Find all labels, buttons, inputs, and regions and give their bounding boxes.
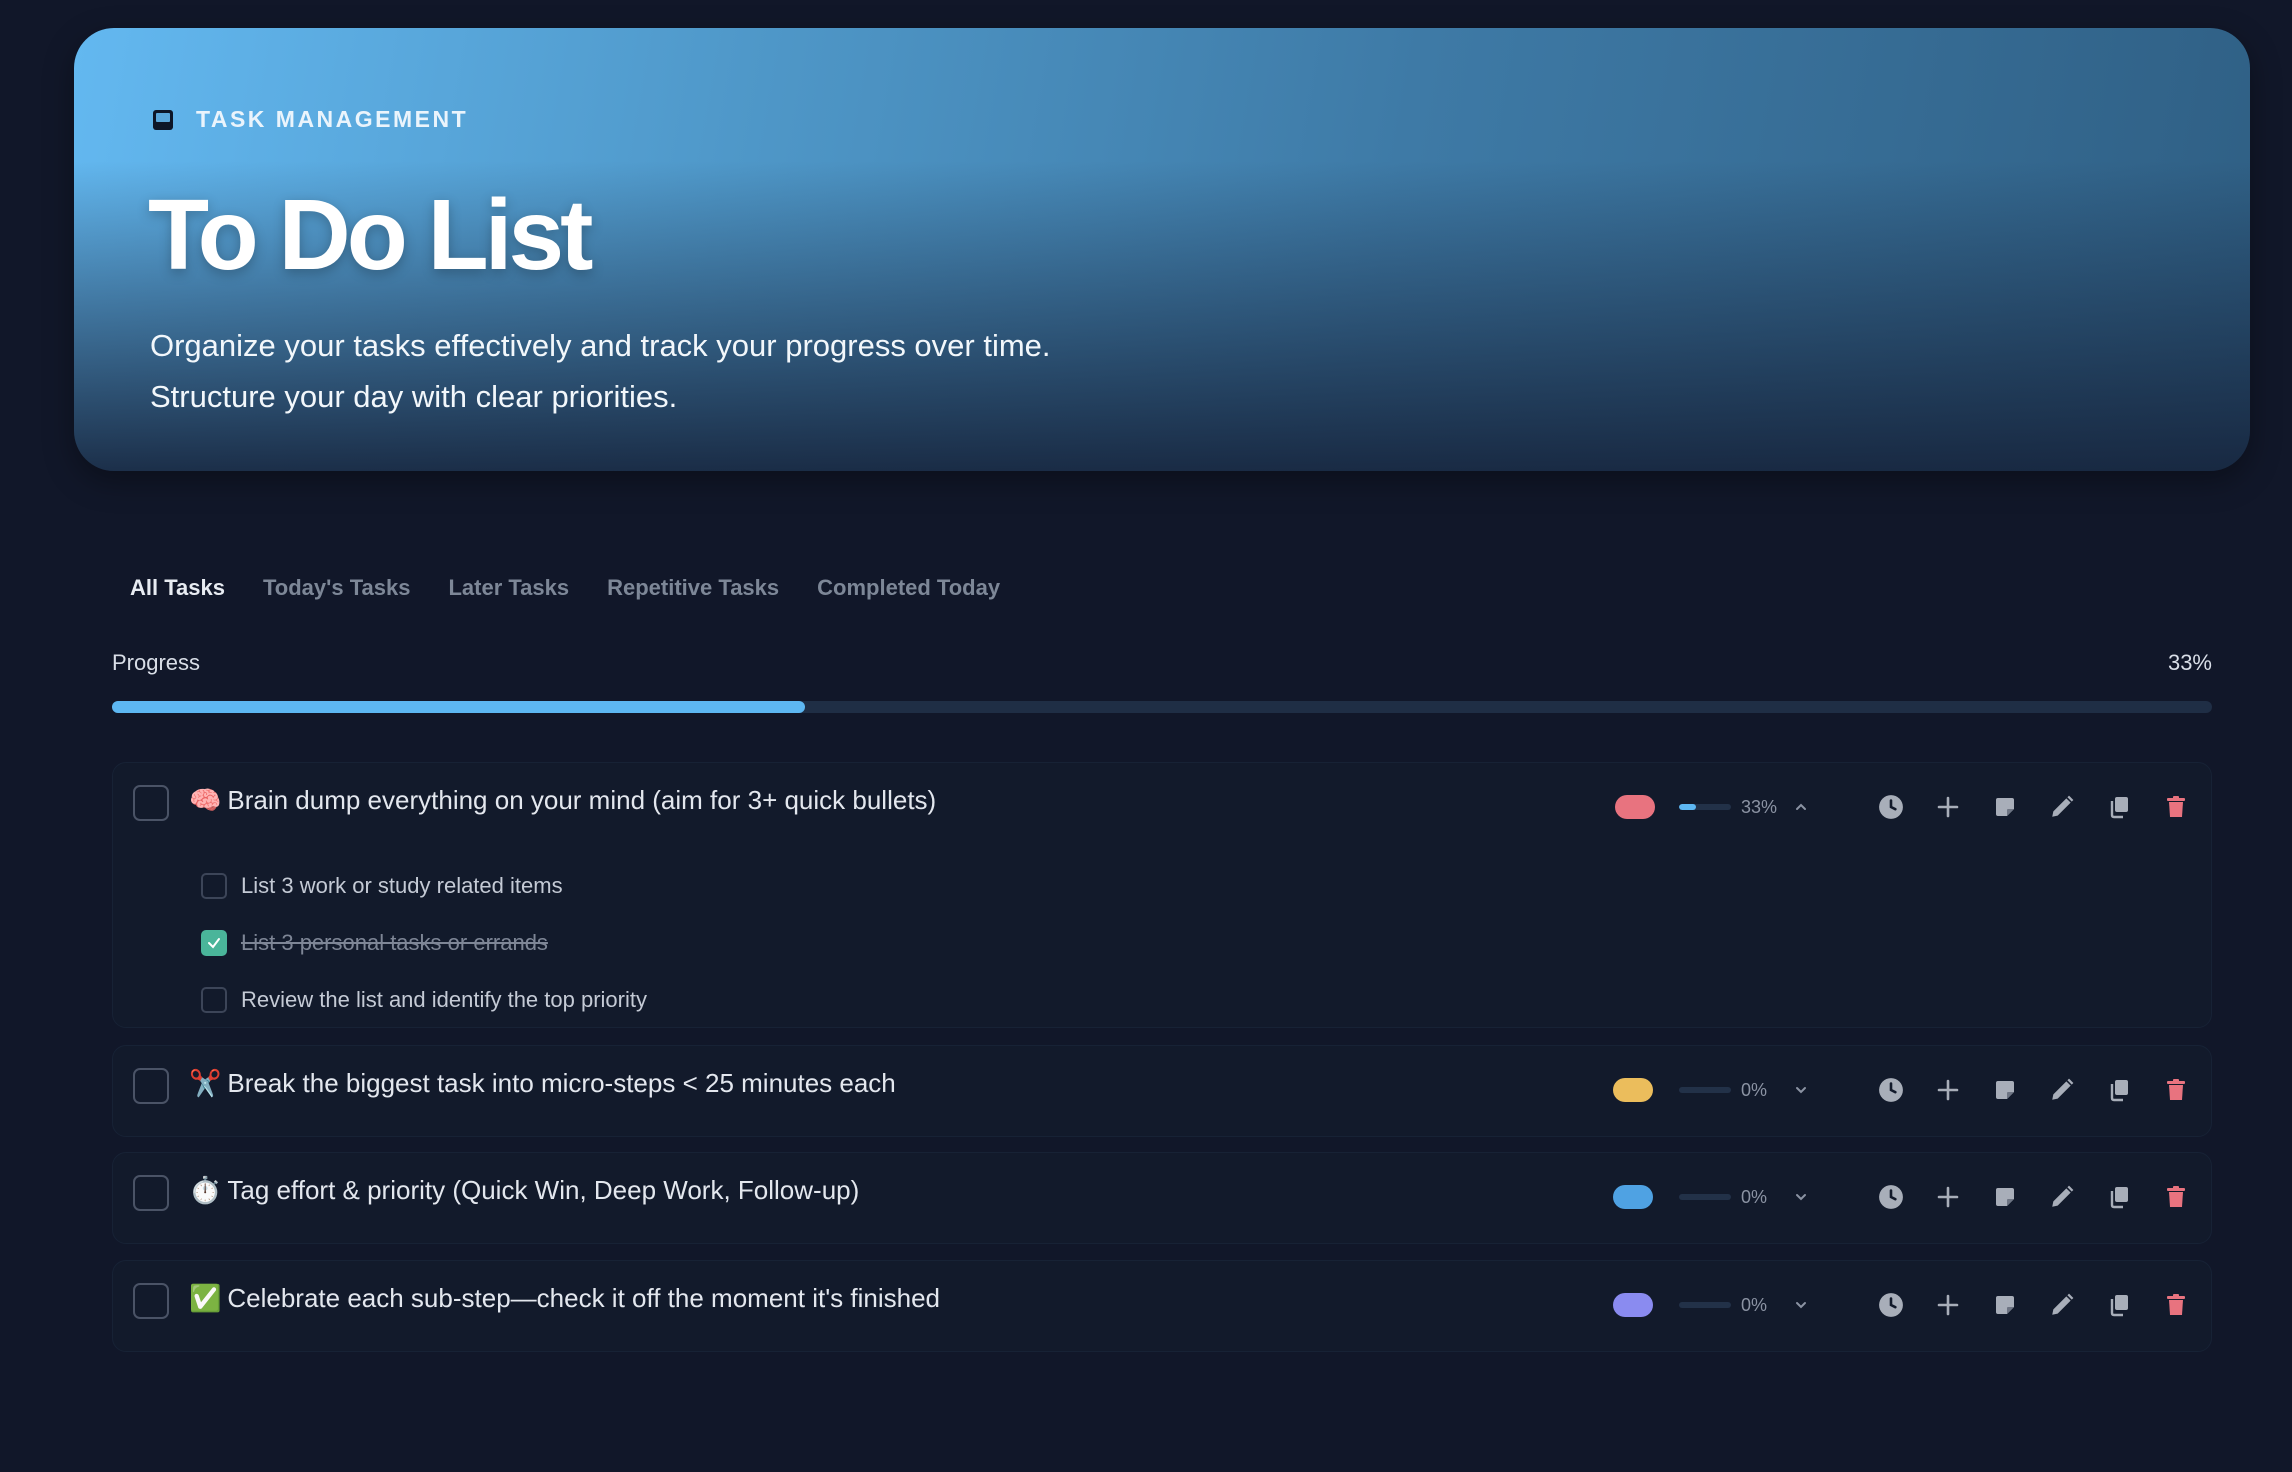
note-icon[interactable]	[1990, 1182, 2020, 1212]
subtask-item: List 3 work or study related items	[201, 857, 647, 914]
page-description: Organize your tasks effectively and trac…	[150, 320, 1051, 422]
pencil-icon[interactable]	[2047, 1290, 2077, 1320]
task-progress-fill	[1679, 804, 1697, 810]
task-checkbox[interactable]	[133, 785, 169, 821]
subtask-item: List 3 personal tasks or errands	[201, 914, 647, 971]
tab-repetitive-tasks[interactable]: Repetitive Tasks	[607, 575, 779, 601]
task-progress-bar	[1679, 1087, 1731, 1093]
task-controls: 0%	[1613, 1289, 2191, 1321]
copy-icon[interactable]	[2104, 792, 2134, 822]
task-controls: 0%	[1613, 1074, 2191, 1106]
task-progress-bar	[1679, 1302, 1731, 1308]
subtask-item: Review the list and identify the top pri…	[201, 971, 647, 1028]
pencil-icon[interactable]	[2047, 1182, 2077, 1212]
chevron-up-icon[interactable]	[1789, 795, 1813, 819]
inbox-icon	[150, 107, 176, 133]
description-line-1: Organize your tasks effectively and trac…	[150, 328, 1051, 363]
copy-icon[interactable]	[2104, 1290, 2134, 1320]
clock-icon[interactable]	[1876, 1290, 1906, 1320]
note-icon[interactable]	[1990, 1290, 2020, 1320]
task-progress-percent: 0%	[1741, 1186, 1768, 1207]
subtask-text: Review the list and identify the top pri…	[241, 986, 647, 1012]
task-progress-bar	[1679, 1194, 1731, 1200]
trash-icon[interactable]	[2161, 792, 2191, 822]
clock-icon[interactable]	[1876, 1182, 1906, 1212]
task-progress-percent: 0%	[1741, 1294, 1768, 1315]
progress-percent: 33%	[2167, 650, 2212, 675]
priority-tag[interactable]	[1613, 1078, 1653, 1102]
task-card: ✂️ Break the biggest task into micro-step…	[112, 1045, 2212, 1137]
task-controls: 33%	[1615, 791, 2191, 823]
trash-icon[interactable]	[2161, 1290, 2191, 1320]
plus-icon[interactable]	[1933, 792, 1963, 822]
task-title-text: Break the biggest task into micro-steps …	[227, 1068, 896, 1098]
tab-completed-today[interactable]: Completed Today	[817, 575, 1000, 601]
progress-bar	[112, 701, 2212, 713]
task-checkbox[interactable]	[133, 1283, 169, 1319]
task-controls: 0%	[1613, 1181, 2191, 1213]
subtask-list: List 3 work or study related items List …	[201, 857, 647, 1028]
progress-label: Progress	[112, 650, 201, 675]
task-title: ✅ Celebrate each sub-step—check it off th…	[189, 1283, 940, 1314]
subtask-checkbox[interactable]	[201, 929, 227, 956]
task-progress-percent: 0%	[1741, 1079, 1768, 1100]
eyebrow-text: TASK MANAGEMENT	[196, 106, 469, 132]
task-card: ✅ Celebrate each sub-step—check it off th…	[112, 1260, 2212, 1352]
pencil-icon[interactable]	[2047, 792, 2077, 822]
priority-tag[interactable]	[1615, 795, 1655, 819]
task-tabs: All Tasks Today's Tasks Later Tasks Repe…	[130, 575, 1000, 601]
plus-icon[interactable]	[1933, 1290, 1963, 1320]
scissors-icon: ✂️	[189, 1068, 222, 1098]
task-title: 🧠 Brain dump everything on your mind (aim…	[189, 785, 936, 816]
task-checkbox[interactable]	[133, 1068, 169, 1104]
priority-tag[interactable]	[1613, 1293, 1653, 1317]
clock-icon[interactable]	[1876, 1075, 1906, 1105]
priority-tag[interactable]	[1613, 1185, 1653, 1209]
task-checkbox[interactable]	[133, 1175, 169, 1211]
task-card: 🧠 Brain dump everything on your mind (aim…	[112, 762, 2212, 1028]
task-progress-bar	[1679, 804, 1731, 810]
chevron-down-icon[interactable]	[1789, 1185, 1813, 1209]
eyebrow: TASK MANAGEMENT	[150, 106, 468, 133]
task-title-text: Brain dump everything on your mind (aim …	[227, 785, 937, 815]
chevron-down-icon[interactable]	[1789, 1078, 1813, 1102]
subtask-checkbox[interactable]	[201, 872, 227, 899]
copy-icon[interactable]	[2104, 1182, 2134, 1212]
tab-todays-tasks[interactable]: Today's Tasks	[263, 575, 410, 601]
plus-icon[interactable]	[1933, 1075, 1963, 1105]
check-mark-icon: ✅	[189, 1283, 222, 1313]
clock-icon[interactable]	[1876, 792, 1906, 822]
plus-icon[interactable]	[1933, 1182, 1963, 1212]
tab-later-tasks[interactable]: Later Tasks	[448, 575, 569, 601]
subtask-checkbox[interactable]	[201, 986, 227, 1013]
trash-icon[interactable]	[2161, 1075, 2191, 1105]
chevron-down-icon[interactable]	[1789, 1293, 1813, 1317]
subtask-text: List 3 work or study related items	[241, 872, 563, 898]
checkmark-icon	[208, 937, 220, 949]
subtask-text: List 3 personal tasks or errands	[241, 929, 548, 955]
task-title: ⏱️ Tag effort & priority (Quick Win, Deep…	[189, 1175, 859, 1206]
trash-icon[interactable]	[2161, 1182, 2191, 1212]
hero-banner: TASK MANAGEMENT To Do List Organize your…	[74, 28, 2250, 471]
brain-icon: 🧠	[189, 785, 222, 815]
page-title: To Do List	[148, 179, 593, 291]
task-title-text: Tag effort & priority (Quick Win, Deep W…	[227, 1175, 860, 1205]
description-line-2: Structure your day with clear priorities…	[150, 379, 678, 414]
task-progress-percent: 33%	[1741, 796, 1778, 817]
note-icon[interactable]	[1990, 792, 2020, 822]
note-icon[interactable]	[1990, 1075, 2020, 1105]
tab-all-tasks[interactable]: All Tasks	[130, 575, 225, 601]
task-title-text: Celebrate each sub-step—check it off the…	[227, 1283, 941, 1313]
progress-bar-fill	[112, 701, 805, 713]
task-card: ⏱️ Tag effort & priority (Quick Win, Deep…	[112, 1152, 2212, 1244]
copy-icon[interactable]	[2104, 1075, 2134, 1105]
stopwatch-icon: ⏱️	[189, 1175, 222, 1205]
pencil-icon[interactable]	[2047, 1075, 2077, 1105]
task-title: ✂️ Break the biggest task into micro-step…	[189, 1068, 896, 1099]
